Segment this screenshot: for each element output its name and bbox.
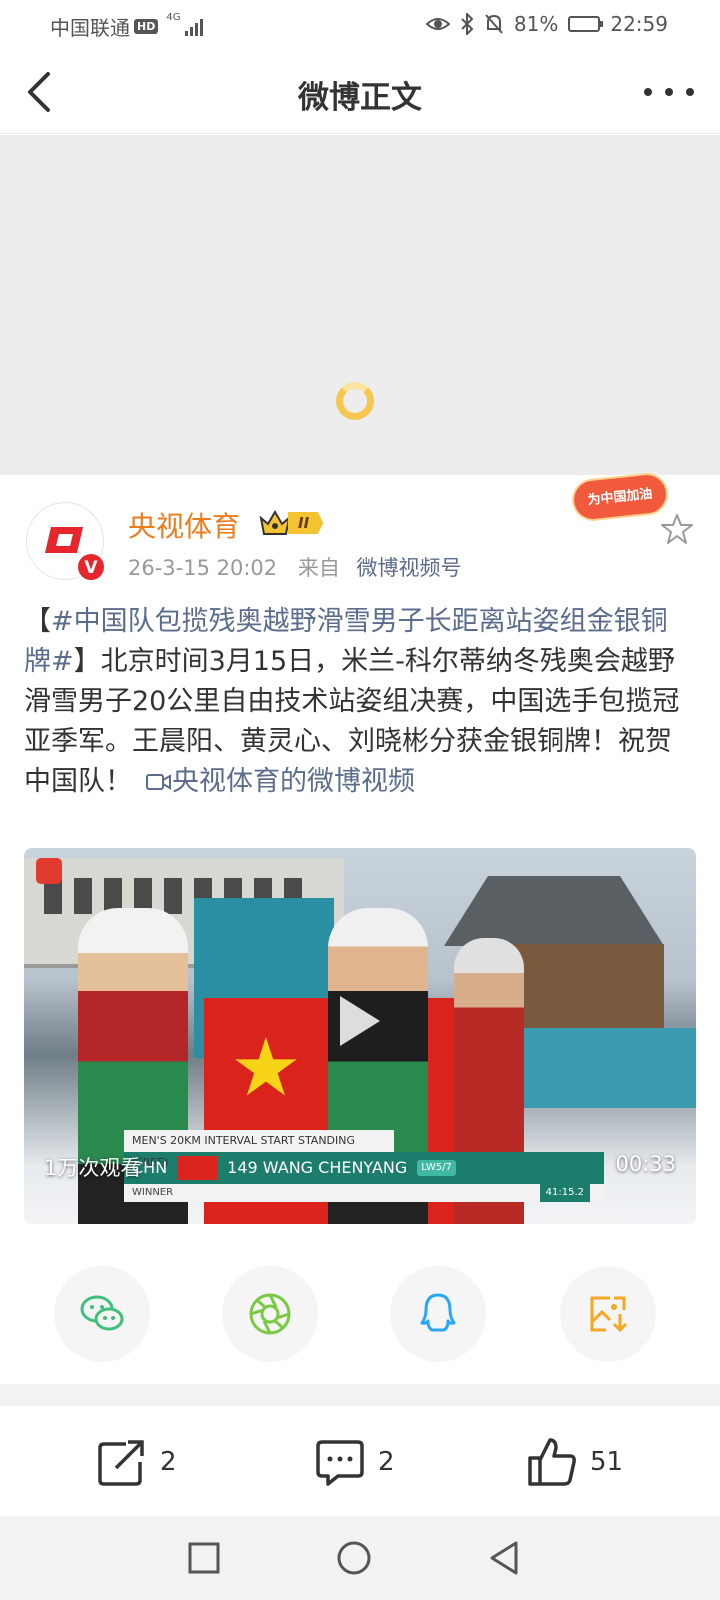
post-source-link[interactable]: 微博视频号	[357, 556, 462, 580]
system-nav-bar	[0, 1516, 720, 1600]
author-name[interactable]: 央视体育	[128, 505, 240, 545]
bluetooth-icon	[461, 13, 474, 35]
video-scene-board	[504, 1028, 696, 1108]
carrier-name: 中国联通	[50, 16, 130, 40]
status-left: 中国联通 HD 4G	[50, 12, 204, 41]
like-button[interactable]: 51	[526, 1436, 623, 1488]
video-scene-flag-star: ★	[230, 1021, 302, 1114]
cctv-sports-logo	[45, 527, 83, 553]
battery-icon	[568, 16, 604, 32]
china-flag-icon	[177, 1156, 218, 1180]
caption-time: 41:15.2	[539, 1184, 590, 1202]
caption-result: WINNER	[132, 1187, 174, 1198]
video-scene-roof	[444, 876, 664, 946]
eye-icon	[425, 18, 450, 30]
verified-badge: V	[76, 552, 106, 582]
post-timestamp: 26-3-15 20:02	[128, 556, 278, 580]
post-meta: 26-3-15 20:02 来自 微博视频号	[128, 552, 462, 582]
signal-icon	[185, 18, 204, 36]
caption-result-row: WINNER 41:15.2	[124, 1184, 604, 1202]
caption-athlete: 149 WANG CHENYANG	[227, 1158, 408, 1177]
save-image-icon	[590, 1296, 628, 1333]
home-button[interactable]	[334, 1538, 374, 1578]
favorite-star-icon[interactable]	[660, 512, 694, 546]
video-camera-icon	[146, 774, 171, 790]
page-title: 微博正文	[298, 80, 422, 116]
status-right: 81% 22:59	[425, 12, 668, 36]
video-player[interactable]: ★ MEN'S 20KM INTERVAL START STANDING (FR…	[24, 848, 696, 1224]
network-type: 4G	[166, 12, 181, 23]
play-icon[interactable]	[336, 992, 384, 1050]
caption-event: MEN'S 20KM INTERVAL START STANDING (FREE…	[124, 1130, 394, 1169]
video-view-count: 1万次观看	[44, 1156, 142, 1180]
qq-icon	[420, 1293, 456, 1332]
repost-count: 2	[160, 1447, 177, 1477]
more-dots-icon	[644, 88, 652, 96]
moments-icon	[249, 1293, 291, 1335]
share-wechat-button[interactable]	[54, 1266, 150, 1362]
video-caption-graphic: MEN'S 20KM INTERVAL START STANDING (FREE…	[124, 1130, 604, 1202]
mute-bell-icon	[485, 14, 503, 34]
share-row	[0, 1266, 720, 1362]
battery-percent: 81%	[513, 12, 559, 36]
cheer-badge: 为中国加油	[570, 471, 670, 523]
recent-apps-button[interactable]	[184, 1538, 224, 1578]
more-button[interactable]	[644, 80, 694, 104]
video-link-label: 央视体育的微博视频	[172, 766, 415, 797]
share-moments-button[interactable]	[222, 1266, 318, 1362]
status-bar: 中国联通 HD 4G 81% 22:59	[0, 0, 720, 50]
system-back-button[interactable]	[484, 1538, 524, 1578]
comment-button[interactable]: 2	[314, 1436, 395, 1488]
repost-icon	[98, 1440, 144, 1486]
video-link[interactable]: 央视体育的微博视频	[146, 766, 415, 797]
caption-class: LW5/7	[417, 1160, 456, 1176]
save-image-button[interactable]	[560, 1266, 656, 1362]
crown-icon	[259, 510, 291, 535]
vip-level-label: II	[288, 512, 324, 534]
wechat-icon	[80, 1295, 124, 1331]
source-prefix: 来自	[297, 556, 340, 580]
ad-placeholder	[0, 135, 720, 475]
video-channel-logo	[36, 858, 62, 884]
share-qq-button[interactable]	[390, 1266, 486, 1362]
bracket-open: 【	[24, 606, 51, 637]
thumbs-up-icon	[528, 1438, 576, 1486]
caption-athlete-row: CHN 149 WANG CHENYANG LW5/7	[124, 1152, 604, 1184]
section-divider	[0, 1384, 720, 1406]
vip-badge[interactable]: II	[258, 508, 324, 538]
bottom-action-bar: 2 2 51	[0, 1406, 720, 1516]
top-nav-bar: 微博正文	[0, 50, 720, 134]
comment-count: 2	[378, 1447, 395, 1477]
post-body: 【#中国队包揽残奥越野滑雪男子长距离站姿组金银铜牌#】北京时间3月15日，米兰-…	[24, 602, 692, 802]
loading-spinner-icon	[336, 382, 374, 420]
clock: 22:59	[610, 12, 668, 36]
like-count: 51	[590, 1447, 624, 1477]
hd-badge: HD	[134, 19, 159, 34]
video-duration: 00:33	[615, 1152, 676, 1176]
repost-button[interactable]: 2	[96, 1436, 177, 1488]
comment-icon	[316, 1440, 364, 1486]
